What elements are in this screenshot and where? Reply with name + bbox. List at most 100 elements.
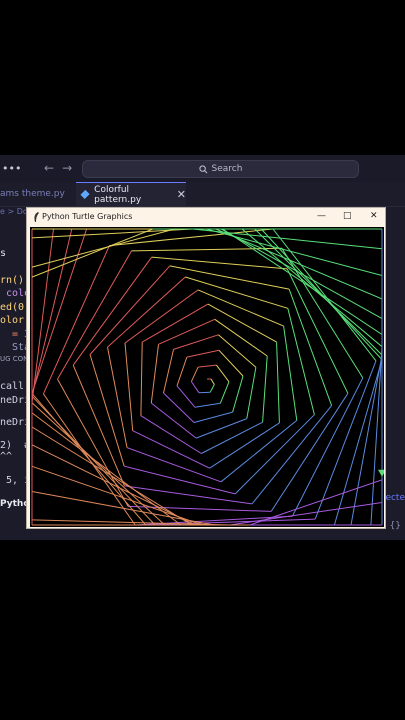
pattern-line [209, 384, 215, 393]
pattern-line [286, 268, 349, 394]
pattern-line [209, 422, 280, 469]
python-file-icon [80, 189, 90, 200]
tab-ams-theme[interactable]: ams theme.py [0, 182, 72, 206]
pattern-line [370, 346, 383, 526]
side-label: ecte [385, 493, 405, 503]
pattern-line [31, 412, 182, 526]
pattern-line [220, 420, 298, 483]
pattern-line [176, 385, 196, 408]
pattern-line [158, 318, 216, 345]
minimize-icon[interactable]: — [317, 211, 326, 221]
close-icon[interactable]: ✕ [370, 211, 378, 221]
pattern-line [207, 303, 277, 343]
pattern-line [186, 349, 220, 358]
pattern-line [31, 465, 203, 526]
search-input[interactable]: Search [82, 160, 359, 178]
pattern-line [198, 364, 217, 368]
menu-dots-icon[interactable]: ••• [2, 162, 21, 175]
pattern-line [190, 381, 200, 394]
pattern-line [31, 228, 54, 403]
pattern-line [218, 349, 244, 377]
pattern-line [234, 414, 315, 495]
window-title: Python Turtle Graphics [42, 212, 133, 221]
pattern-line [216, 364, 230, 383]
pattern-line [31, 402, 166, 526]
pattern-line [57, 250, 132, 380]
tab-colorful-pattern[interactable]: Colorful pattern.py ✕ [76, 182, 186, 206]
code-line: s [0, 248, 7, 259]
pattern-line [150, 344, 159, 404]
pattern-line [333, 359, 383, 526]
search-placeholder: Search [211, 164, 243, 174]
pattern-line [31, 426, 192, 526]
pattern-line [72, 256, 153, 366]
pattern-line [194, 402, 221, 408]
pattern-line [251, 405, 332, 505]
pattern-line [246, 367, 257, 419]
breadcrumb[interactable]: e > Do [0, 207, 28, 216]
pattern-line [195, 418, 247, 439]
feather-icon [34, 212, 39, 222]
pattern-line [124, 465, 236, 495]
pattern-line [232, 375, 244, 413]
pattern-line [222, 228, 383, 335]
turtle-titlebar[interactable]: Python Turtle Graphics — □ ✕ [27, 208, 385, 227]
tab-label: Colorful pattern.py [94, 184, 142, 205]
pattern-line [214, 318, 268, 357]
pattern-line [126, 447, 222, 483]
pattern-line [283, 326, 298, 421]
editor-titlebar: ••• ←→ Search [0, 155, 405, 182]
pattern-line [163, 349, 174, 394]
pattern-line [210, 378, 215, 385]
pattern-line [287, 308, 315, 415]
pattern-line [107, 276, 186, 348]
pattern-line [132, 430, 210, 469]
pattern-line [350, 354, 383, 526]
pattern-line [163, 392, 195, 423]
turtle-canvas [30, 227, 384, 527]
pattern-line [262, 355, 268, 423]
pattern-line [219, 381, 230, 404]
pattern-line [89, 354, 125, 467]
pattern-line [220, 228, 383, 320]
pattern-line [31, 393, 147, 526]
tab-label: ams theme.py [0, 189, 65, 199]
pattern-line [272, 228, 377, 362]
pattern-line [218, 334, 257, 368]
editor-tabs: ams theme.py Colorful pattern.py ✕ [0, 182, 405, 207]
forward-arrow-icon[interactable]: → [62, 161, 80, 175]
pattern-line [150, 402, 197, 439]
pattern-line [31, 228, 175, 268]
pattern-line [270, 393, 349, 512]
close-tab-icon[interactable]: ✕ [177, 188, 186, 201]
pattern-line [193, 411, 233, 423]
pattern-line [140, 342, 143, 416]
pattern-line [89, 265, 171, 355]
maximize-icon[interactable]: □ [343, 211, 352, 221]
pattern-line [192, 228, 383, 250]
pattern-line [291, 377, 364, 517]
pattern-line [31, 444, 196, 526]
turtle-cursor-icon [378, 469, 384, 477]
back-arrow-icon[interactable]: ← [44, 161, 62, 175]
pattern-line [107, 347, 128, 448]
turtle-window[interactable]: Python Turtle Graphics — □ ✕ [26, 207, 386, 529]
pattern-line [124, 342, 134, 431]
black-background [0, 540, 405, 720]
pattern-line [176, 356, 188, 386]
pattern-line [31, 395, 156, 526]
pattern-line [190, 366, 199, 382]
pattern-line [124, 485, 253, 505]
pattern-line [215, 228, 383, 300]
pattern-line [31, 228, 73, 397]
pattern-line [185, 276, 288, 309]
nav-arrows[interactable]: ←→ [44, 161, 80, 175]
pattern-line [173, 334, 219, 350]
pattern-line [198, 391, 211, 394]
pattern-line [276, 342, 280, 423]
pattern-line [201, 421, 263, 454]
braces-icon[interactable]: {} [390, 521, 401, 531]
terminal-line: ^^ [0, 451, 13, 462]
search-icon [198, 164, 208, 173]
pattern-line [31, 228, 88, 394]
